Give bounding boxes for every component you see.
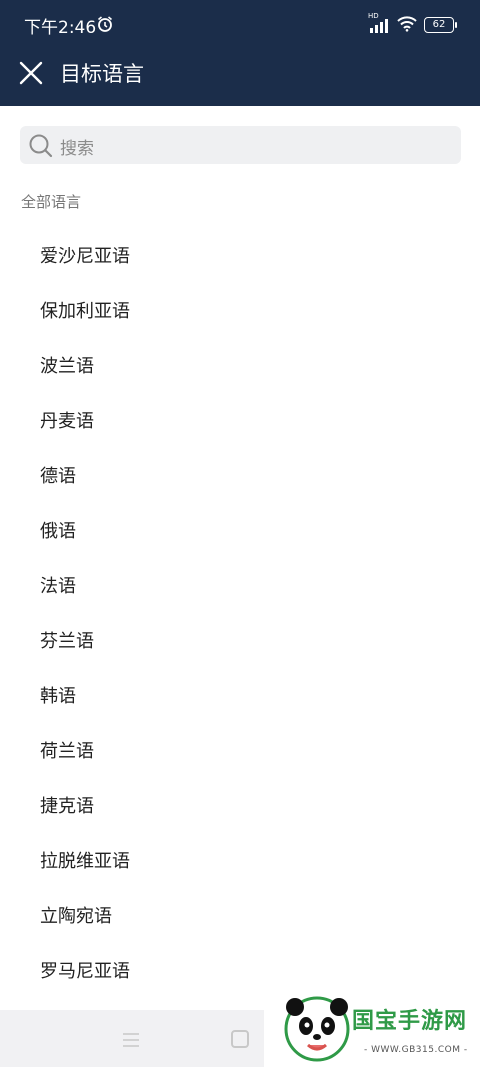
language-item[interactable]: 保加利亚语 bbox=[0, 282, 480, 337]
menu-icon[interactable] bbox=[122, 1032, 140, 1052]
language-item[interactable]: 荷兰语 bbox=[0, 722, 480, 777]
watermark-text: 国宝手游网 bbox=[352, 1009, 468, 1034]
language-item[interactable]: 芬兰语 bbox=[0, 612, 480, 667]
title-bar: 目标语言 bbox=[0, 48, 480, 106]
home-icon[interactable] bbox=[231, 1030, 249, 1048]
language-label: 芬兰语 bbox=[40, 630, 94, 652]
language-item[interactable]: 波兰语 bbox=[0, 337, 480, 392]
section-title: 全部语言 bbox=[21, 193, 82, 211]
language-label: 丹麦语 bbox=[40, 410, 94, 432]
language-label: 荷兰语 bbox=[40, 740, 94, 762]
language-list: 爱沙尼亚语保加利亚语波兰语丹麦语德语俄语法语芬兰语韩语荷兰语捷克语拉脱维亚语立陶… bbox=[0, 227, 480, 997]
search-placeholder: 搜索 bbox=[60, 139, 94, 159]
language-item[interactable]: 德语 bbox=[0, 447, 480, 502]
panda-logo bbox=[282, 993, 352, 1067]
status-time: 下午2:46 bbox=[24, 18, 97, 38]
language-label: 德语 bbox=[40, 465, 76, 487]
language-item[interactable]: 捷克语 bbox=[0, 777, 480, 832]
close-icon[interactable] bbox=[18, 60, 44, 86]
status-bar: 下午2:46 HD 62 bbox=[0, 0, 480, 48]
language-label: 俄语 bbox=[40, 520, 76, 542]
language-label: 罗马尼亚语 bbox=[40, 960, 130, 982]
language-label: 立陶宛语 bbox=[40, 905, 112, 927]
page-title: 目标语言 bbox=[60, 62, 144, 86]
language-label: 保加利亚语 bbox=[40, 300, 130, 322]
battery-icon: 62 bbox=[424, 17, 457, 33]
language-item[interactable]: 法语 bbox=[0, 557, 480, 612]
language-item[interactable]: 丹麦语 bbox=[0, 392, 480, 447]
wifi-icon bbox=[396, 14, 418, 36]
signal-icon: HD bbox=[368, 12, 390, 34]
alarm-icon bbox=[96, 15, 114, 37]
language-label: 波兰语 bbox=[40, 355, 94, 377]
language-item[interactable]: 拉脱维亚语 bbox=[0, 832, 480, 887]
language-item[interactable]: 爱沙尼亚语 bbox=[0, 227, 480, 282]
watermark-url: - WWW.GB315.COM - bbox=[364, 1045, 468, 1055]
app-header: 下午2:46 HD 62 目标语言 bbox=[0, 0, 480, 106]
language-label: 拉脱维亚语 bbox=[40, 850, 130, 872]
status-icons: HD 62 bbox=[368, 12, 457, 36]
search-icon bbox=[28, 133, 54, 163]
language-item[interactable]: 立陶宛语 bbox=[0, 887, 480, 942]
language-label: 法语 bbox=[40, 575, 76, 597]
language-label: 韩语 bbox=[40, 685, 76, 707]
search-input[interactable]: 搜索 bbox=[20, 126, 461, 164]
language-label: 爱沙尼亚语 bbox=[40, 245, 130, 267]
language-item[interactable]: 韩语 bbox=[0, 667, 480, 722]
watermark: 国宝手游网 - WWW.GB315.COM - bbox=[264, 989, 480, 1067]
language-item[interactable]: 俄语 bbox=[0, 502, 480, 557]
language-label: 捷克语 bbox=[40, 795, 94, 817]
